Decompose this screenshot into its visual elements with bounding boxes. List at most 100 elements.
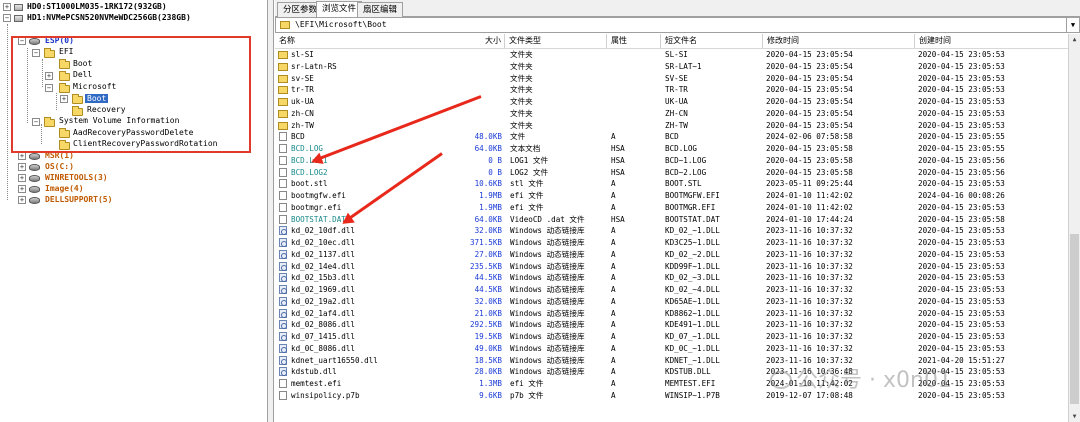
file-mtime-cell: 2020-04-15 23:05:54 <box>766 85 853 95</box>
table-row[interactable]: BCD 48.0KB 文件 A BCD 2024-02-06 07:58:58 2020-0… <box>275 131 1068 143</box>
expand-toggle-icon[interactable]: + <box>18 185 26 193</box>
scroll-thumb[interactable] <box>1070 234 1079 404</box>
table-row[interactable]: kd_02_14e4.dll 235.5KB Windows 动态链接库 A KDD99… <box>275 261 1068 273</box>
file-type-cell: 文件夹 <box>510 97 533 106</box>
file-type-cell: Windows 动态链接库 <box>510 261 585 271</box>
file-name-cell: kd_02_1969.dll <box>275 284 465 296</box>
table-row[interactable]: bootmgr.efi 1.9MB efi 文件 A BOOTMGR.EFI 2024-0… <box>275 202 1068 214</box>
file-mtime-cell: 2023-11-16 10:37:32 <box>766 285 853 294</box>
file-type-cell: VideoCD .dat 文件 <box>510 214 585 224</box>
file-attr-cell: A <box>611 261 616 271</box>
file-ctime-cell: 2020-04-15 23:05:53 <box>918 343 1005 353</box>
file-size-cell: 44.5KB <box>474 285 502 294</box>
tree-partition-dellsupport[interactable]: DELLSUPPORT(5) <box>45 195 112 204</box>
table-row[interactable]: sl-SI 文件夹 SL-SI 2020-04-15 23:05:54 2020-04-… <box>275 49 1068 61</box>
expand-toggle-icon[interactable]: + <box>18 174 26 182</box>
panel-splitter[interactable] <box>268 0 274 422</box>
table-row[interactable]: kd_02_19a2.dll 32.0KB Windows 动态链接库 A KD65AE… <box>275 296 1068 308</box>
expand-toggle-icon[interactable]: + <box>18 163 26 171</box>
file-size-cell: 27.0KB <box>474 249 502 259</box>
file-size-cell <box>465 49 502 61</box>
file-attr-cell <box>611 84 659 96</box>
file-size-cell: 292.5KB <box>469 320 502 330</box>
file-short-cell: SL-SI <box>665 50 688 59</box>
file-name: kd_02_1137.dll <box>291 249 356 259</box>
file-name-cell: kd_0C_8086.dll <box>275 343 465 355</box>
table-row[interactable]: kd_0C_8086.dll 49.0KB Windows 动态链接库 A KD_0C_… <box>275 343 1068 355</box>
file-size-cell: 64.0KB <box>474 144 502 153</box>
column-header-created[interactable]: 创建时间 <box>915 34 1068 48</box>
file-short-cell: BOOT.STL <box>665 179 702 189</box>
file-ctime-cell: 2020-04-15 23:05:53 <box>918 238 1005 247</box>
path-bar[interactable]: \EFI\Microsoft\Boot ▼ <box>275 17 1080 33</box>
table-row[interactable]: sr-Latn-RS 文件夹 SR-LAT~1 2020-04-15 23:05:54… <box>275 61 1068 73</box>
file-name-cell: kd_02_8086.dll <box>275 319 465 331</box>
file-size-cell: 10.6KB <box>474 179 502 189</box>
file-name-cell: winsipolicy.p7b <box>275 390 465 402</box>
file-name-cell: kd_02_14e4.dll <box>275 261 465 273</box>
column-header-short-name[interactable]: 短文件名 <box>661 34 763 48</box>
column-header-size[interactable]: 大小 <box>465 34 505 48</box>
file-type-cell: Windows 动态链接库 <box>510 238 585 247</box>
file-name: kdnet_uart16550.dll <box>291 355 378 365</box>
column-header-attr[interactable]: 属性 <box>607 34 661 48</box>
file-attr-cell: A <box>611 226 616 236</box>
file-name-cell: tr-TR <box>275 84 465 96</box>
expand-toggle-icon[interactable]: + <box>18 152 26 160</box>
table-row[interactable]: zh-CN 文件夹 ZH-CN 2020-04-15 23:05:54 2020-04-… <box>275 108 1068 120</box>
file-attr-cell: A <box>611 285 616 294</box>
file-attr-cell <box>611 120 659 132</box>
table-row[interactable]: kd_02_8086.dll 292.5KB Windows 动态链接库 A KDE49… <box>275 319 1068 331</box>
expand-toggle-icon[interactable]: + <box>3 3 11 11</box>
file-short-cell: TR-TR <box>665 85 688 95</box>
scroll-up-icon[interactable]: ▲ <box>1069 34 1080 45</box>
file-name: sr-Latn-RS <box>291 61 337 71</box>
table-row[interactable]: BCD.LOG1 0 B LOG1 文件 HSA BCD~1.LOG 2020-04-15… <box>275 155 1068 167</box>
file-type-cell: efi 文件 <box>510 202 544 212</box>
file-ctime-cell: 2020-04-15 23:05:53 <box>918 73 1005 83</box>
table-row[interactable]: kd_02_1137.dll 27.0KB Windows 动态链接库 A KD_02_… <box>275 249 1068 261</box>
file-name-cell: BOOTSTAT.DAT <box>275 214 465 226</box>
file-attr-cell: A <box>611 379 616 388</box>
file-ctime-cell: 2020-04-15 23:05:53 <box>918 97 1005 106</box>
table-row[interactable]: tr-TR 文件夹 TR-TR 2020-04-15 23:05:54 2020-04-… <box>275 84 1068 96</box>
table-row[interactable]: sv-SE 文件夹 SV-SE 2020-04-15 23:05:54 2020-04-… <box>275 73 1068 85</box>
folder-icon <box>278 51 288 59</box>
table-row[interactable]: BCD.LOG2 0 B LOG2 文件 HSA BCD~2.LOG 2020-04-15… <box>275 167 1068 179</box>
collapse-toggle-icon[interactable]: − <box>3 14 11 22</box>
file-name: memtest.efi <box>291 379 342 388</box>
tree-partition-winretools[interactable]: WINRETOOLS(3) <box>45 173 108 182</box>
table-row[interactable]: kd_02_10ec.dll 371.5KB Windows 动态链接库 A KD3C2… <box>275 237 1068 249</box>
file-name: sl-SI <box>291 50 314 59</box>
scroll-down-icon[interactable]: ▼ <box>1069 411 1080 422</box>
column-header-modified[interactable]: 修改时间 <box>763 34 915 48</box>
table-row[interactable]: kd_02_15b3.dll 44.5KB Windows 动态链接库 A KD_02_… <box>275 272 1068 284</box>
column-header-type[interactable]: 文件类型 <box>505 34 607 48</box>
file-size-cell: 235.5KB <box>469 261 502 271</box>
tab-browse-files[interactable]: 浏览文件 <box>316 1 363 18</box>
vertical-scrollbar[interactable]: ▲ ▼ <box>1068 34 1080 422</box>
file-mtime-cell: 2020-04-15 23:05:54 <box>766 61 853 71</box>
tree-partition-image[interactable]: Image(4) <box>45 184 84 193</box>
table-row[interactable]: bootmgfw.efi 1.9MB efi 文件 A BOOTMGFW.EFI 2024… <box>275 190 1068 202</box>
file-name-cell: bootmgfw.efi <box>275 190 465 202</box>
table-row[interactable]: BCD.LOG 64.0KB 文本文档 HSA BCD.LOG 2020-04-15 23… <box>275 143 1068 155</box>
file-name: BCD <box>291 132 305 142</box>
table-row[interactable]: BOOTSTAT.DAT 64.0KB VideoCD .dat 文件 HSA BOOT… <box>275 214 1068 226</box>
file-name-cell: kd_02_10df.dll <box>275 225 465 237</box>
tab-sector-edit[interactable]: 扇区编辑 <box>357 2 404 17</box>
file-name: uk-UA <box>291 97 314 106</box>
table-row[interactable]: kd_02_10df.dll 32.0KB Windows 动态链接库 A KD_02_… <box>275 225 1068 237</box>
table-row[interactable]: kd_02_1af4.dll 21.0KB Windows 动态链接库 A KD8862… <box>275 308 1068 320</box>
file-size-cell: 0 B <box>488 155 502 165</box>
table-row[interactable]: uk-UA 文件夹 UK-UA 2020-04-15 23:05:54 2020-04-… <box>275 96 1068 108</box>
expand-toggle-icon[interactable]: + <box>18 196 26 204</box>
file-attr-cell: A <box>611 367 616 377</box>
tree-disk-hd1[interactable]: HD1:NVMePCSN520NVMeWDC256GB(238GB) <box>27 13 191 22</box>
file-mtime-cell: 2023-11-16 10:37:32 <box>766 332 853 341</box>
table-row[interactable]: kd_02_1969.dll 44.5KB Windows 动态链接库 A KD_02_… <box>275 284 1068 296</box>
tree-partition-os[interactable]: OS(C:) <box>45 162 74 171</box>
tree-disk-hd0[interactable]: HD0:ST1000LM035-1RK172(932GB) <box>27 2 167 11</box>
table-row[interactable]: kd_07_1415.dll 19.5KB Windows 动态链接库 A KD_07_… <box>275 331 1068 343</box>
chevron-down-icon[interactable]: ▼ <box>1066 18 1079 32</box>
